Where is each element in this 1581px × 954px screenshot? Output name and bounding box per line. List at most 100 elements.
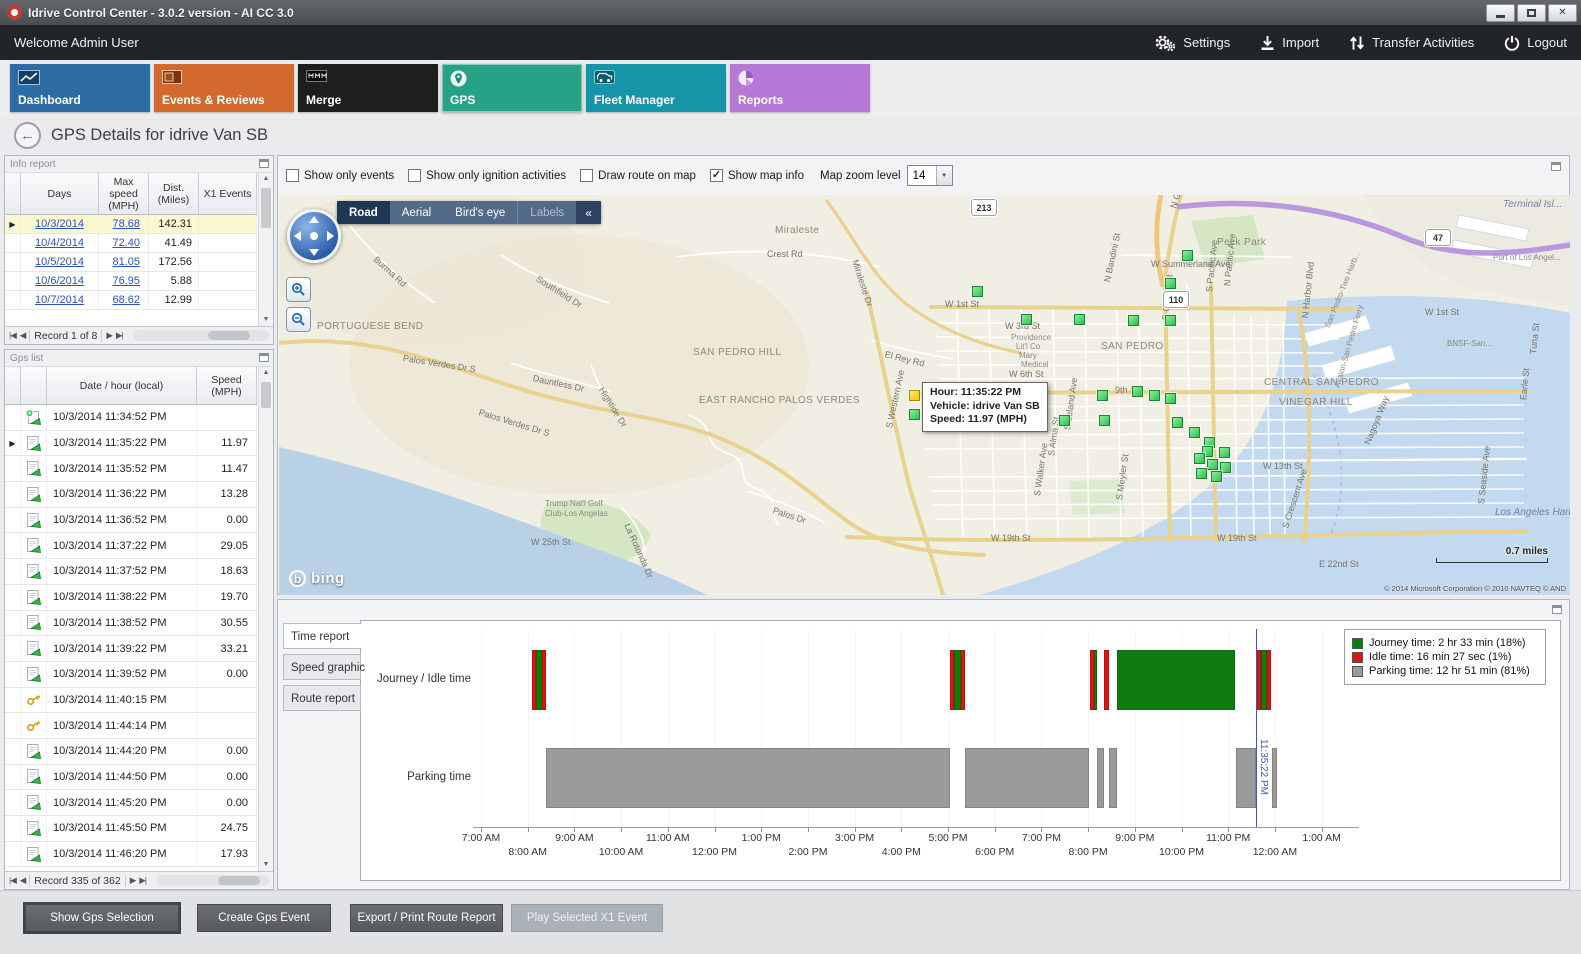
- selected-gps-marker[interactable]: [909, 390, 920, 401]
- gps-marker[interactable]: [1194, 453, 1205, 464]
- day-cell[interactable]: 10/6/2014: [21, 272, 99, 290]
- day-link[interactable]: 10/5/2014: [35, 256, 84, 268]
- settings-button[interactable]: Settings: [1154, 34, 1230, 52]
- max-speed-link[interactable]: 81.05: [112, 256, 140, 268]
- gps-marker[interactable]: [1099, 415, 1110, 426]
- gps-marker[interactable]: [909, 409, 920, 420]
- gps-list-row[interactable]: 10/3/2014 11:44:20 PM0.00: [5, 739, 257, 765]
- scroll-thumb[interactable]: [208, 331, 250, 340]
- gps-marker[interactable]: [1189, 427, 1200, 438]
- prev-page-button[interactable]: ◀: [20, 330, 26, 341]
- map-compass[interactable]: [287, 209, 341, 263]
- max-speed-cell[interactable]: 78.68: [99, 215, 149, 233]
- maximize-button[interactable]: [1517, 4, 1546, 22]
- maximize-panel-icon[interactable]: [259, 159, 269, 168]
- gps-list-row[interactable]: 10/3/2014 11:35:52 PM11.47: [5, 456, 257, 482]
- prev-page-button[interactable]: ◀: [20, 875, 26, 886]
- transfer-button[interactable]: Transfer Activities: [1349, 34, 1474, 52]
- day-link[interactable]: 10/4/2014: [35, 237, 84, 249]
- gps-marker[interactable]: [1128, 315, 1139, 326]
- gps-marker[interactable]: [1165, 278, 1176, 289]
- column-header-x1-events[interactable]: X1 Events: [199, 173, 257, 214]
- gps-list-row[interactable]: 10/3/2014 11:37:22 PM29.05: [5, 533, 257, 559]
- info-report-row[interactable]: 10/6/201476.955.88: [5, 272, 257, 291]
- gps-list-row[interactable]: 10/3/2014 11:46:20 PM17.93: [5, 842, 257, 868]
- day-link[interactable]: 10/7/2014: [35, 294, 84, 306]
- import-button[interactable]: Import: [1260, 34, 1319, 52]
- day-link[interactable]: 10/6/2014: [35, 275, 84, 287]
- scroll-thumb[interactable]: [261, 382, 271, 408]
- gps-marker[interactable]: [1172, 417, 1183, 428]
- day-cell[interactable]: 10/7/2014: [21, 291, 99, 309]
- gps-marker[interactable]: [1182, 250, 1193, 261]
- map-style-bird-s-eye[interactable]: Bird's eye: [443, 201, 517, 224]
- max-speed-link[interactable]: 68.62: [112, 294, 140, 306]
- gps-list-row[interactable]: 10/3/2014 11:39:22 PM33.21: [5, 636, 257, 662]
- scroll-thumb[interactable]: [218, 876, 260, 885]
- nav-tile-fleet-manager[interactable]: Fleet Manager: [586, 64, 726, 112]
- column-header-days[interactable]: Days: [21, 173, 99, 214]
- day-cell[interactable]: 10/3/2014: [21, 215, 99, 233]
- gps-list-row[interactable]: 10/3/2014 11:44:50 PM0.00: [5, 765, 257, 791]
- next-page-button[interactable]: ▶: [106, 330, 112, 341]
- show-gps-selection-button[interactable]: Show Gps Selection: [25, 904, 179, 932]
- nav-tile-gps[interactable]: GPS: [442, 64, 582, 112]
- scroll-down-arrow[interactable]: ▼: [259, 314, 273, 326]
- checkbox-draw-route-on-map[interactable]: Draw route on map: [580, 169, 696, 182]
- gps-list-row[interactable]: 10/3/2014 11:44:14 PM: [5, 713, 257, 739]
- nav-tile-reports[interactable]: Reports: [730, 64, 870, 112]
- gps-marker[interactable]: [1165, 315, 1176, 326]
- zoom-in-button[interactable]: [286, 277, 311, 302]
- gps-marker[interactable]: [1132, 386, 1143, 397]
- max-speed-cell[interactable]: 72.40: [99, 234, 149, 252]
- gps-marker[interactable]: [1097, 390, 1108, 401]
- scroll-down-arrow[interactable]: ▼: [259, 859, 273, 871]
- gps-list-row[interactable]: 10/3/2014 11:34:52 PM: [5, 405, 257, 431]
- last-page-button[interactable]: ▶|: [139, 875, 146, 886]
- day-link[interactable]: 10/3/2014: [35, 218, 84, 230]
- scroll-thumb[interactable]: [261, 188, 271, 228]
- column-header-datetime[interactable]: Date / hour (local): [47, 367, 197, 404]
- pan-south-icon[interactable]: [309, 249, 319, 256]
- max-speed-link[interactable]: 76.95: [112, 275, 140, 287]
- info-report-row[interactable]: 10/5/201481.05172.56: [5, 253, 257, 272]
- map-style-labels[interactable]: Labels: [517, 201, 576, 224]
- column-header-dist[interactable]: Dist. (Miles): [149, 173, 199, 214]
- info-report-row[interactable]: 10/7/201468.6212.99: [5, 291, 257, 310]
- nav-tile-merge[interactable]: Merge: [298, 64, 438, 112]
- gps-list-row[interactable]: 10/3/2014 11:36:52 PM0.00: [5, 508, 257, 534]
- gps-list-row[interactable]: 10/3/2014 11:38:22 PM19.70: [5, 585, 257, 611]
- first-page-button[interactable]: |◀: [9, 875, 16, 886]
- gps-marker[interactable]: [1196, 468, 1207, 479]
- nav-tile-events-reviews[interactable]: Events & Reviews: [154, 64, 294, 112]
- gps-list-row[interactable]: 10/3/2014 11:36:22 PM13.28: [5, 482, 257, 508]
- logout-button[interactable]: Logout: [1504, 34, 1567, 52]
- info-report-row[interactable]: ▶10/3/201478.68142.31: [5, 215, 257, 234]
- map-zoom-select[interactable]: 14 ▼: [907, 165, 953, 186]
- checkbox-show-map-info[interactable]: ✓Show map info: [710, 169, 804, 182]
- first-page-button[interactable]: |◀: [9, 330, 16, 341]
- zoom-out-button[interactable]: [286, 307, 311, 332]
- column-header-speed[interactable]: Speed (MPH): [197, 367, 257, 404]
- gps-list-row[interactable]: 10/3/2014 11:37:52 PM18.63: [5, 559, 257, 585]
- back-button[interactable]: ←: [14, 122, 41, 149]
- gps-marker[interactable]: [1059, 415, 1070, 426]
- horizontal-scrollbar[interactable]: [133, 330, 269, 341]
- export-print-route-report-button[interactable]: Export / Print Route Report: [350, 904, 503, 932]
- gps-marker[interactable]: [1207, 459, 1218, 470]
- close-button[interactable]: ✕: [1548, 4, 1577, 22]
- pan-east-icon[interactable]: [327, 231, 334, 241]
- tab-time-report[interactable]: Time report: [283, 623, 362, 649]
- gps-list-row[interactable]: 10/3/2014 11:45:20 PM0.00: [5, 790, 257, 816]
- compass-center[interactable]: [310, 232, 318, 240]
- day-cell[interactable]: 10/4/2014: [21, 234, 99, 252]
- gps-marker[interactable]: [1219, 447, 1230, 458]
- gps-marker[interactable]: [1149, 390, 1160, 401]
- map-style-aerial[interactable]: Aerial: [390, 201, 443, 224]
- gps-list-row[interactable]: 10/3/2014 11:38:52 PM30.55: [5, 611, 257, 637]
- vertical-scrollbar[interactable]: ▲ ▼: [258, 367, 273, 871]
- gps-marker[interactable]: [1074, 314, 1085, 325]
- scroll-up-arrow[interactable]: ▲: [259, 367, 273, 379]
- minimize-button[interactable]: [1486, 4, 1515, 22]
- collapse-map-menu-icon[interactable]: «: [576, 201, 601, 224]
